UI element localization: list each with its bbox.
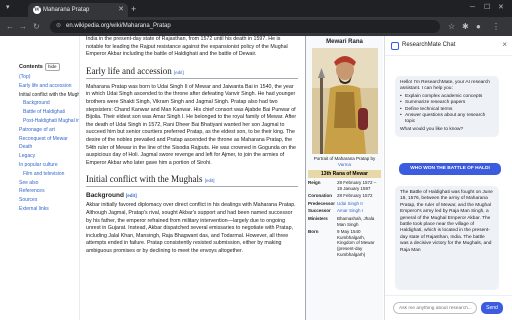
forward-icon[interactable]: → [19,21,27,32]
site-info-icon[interactable]: ⊜ [56,20,61,33]
send-button[interactable]: Send [481,302,503,314]
toc-item-patronage[interactable]: Patronage of art [19,127,79,133]
portrait-image[interactable] [311,48,378,154]
browser-chrome: ▾ W Maharana Pratap ✕ + ─ ☐ ✕ ← → ↻ ⊜ en… [0,0,512,36]
maximize-icon[interactable]: ☐ [484,2,490,14]
close-tab-icon[interactable]: ✕ [118,3,124,17]
infobox-value-link[interactable]: Amar Singh I [337,208,363,213]
toc-list: (Top) Early life and accession Initial c… [19,74,79,215]
toc-item-see-also[interactable]: See also [19,180,79,186]
heading-initial-conflict-text: Initial conflict with the Mughals [86,174,203,185]
infobox-row: Successor Amar Singh I [307,207,383,215]
greeting-question: What would you like to know? [400,126,464,132]
menu-icon[interactable]: ⋮ [492,21,500,32]
early-life-paragraph: Maharana Pratap was born to Udai Singh I… [86,83,297,166]
chat-title: ResearchMate Chat [402,42,456,48]
toc-title: Contents [19,64,43,70]
infobox-row: Predecessor Udai Singh II [307,200,383,208]
chat-input[interactable] [393,302,477,314]
infobox-value: Bhamashah, Jhala Man Singh [337,215,375,227]
heading-initial-conflict: Initial conflict with the Mughals [edit] [86,174,298,188]
tab-maharana-pratap[interactable]: W Maharana Pratap ✕ [28,3,128,17]
caption-artist-link[interactable]: Varma [338,162,351,167]
chat-header: ResearchMate Chat × [385,36,512,56]
infobox-row: Coronation 28 February 1572 [307,192,383,200]
reload-icon[interactable]: ↻ [33,21,40,32]
infobox-value: 9 May 1540 Kumbhalgarh, Kingdom of Mewar… [337,229,375,257]
edit-link[interactable]: [edit] [126,193,137,198]
infobox-key: Born [308,229,319,235]
infobox-value: 28 February 1572 – 19 January 1597 [337,180,377,191]
toc-item-popular-culture[interactable]: In popular culture [19,162,79,168]
minimize-icon[interactable]: ─ [470,2,475,14]
toc-item-top[interactable]: (Top) [19,74,79,80]
background-paragraph: Akbar initially favored diplomacy over d… [86,202,296,254]
url-text: en.wikipedia.org/wiki/Maharana_Pratap [66,23,171,29]
chat-logo-icon [391,42,399,50]
infobox-value: 28 February 1572 [337,193,373,199]
edit-link[interactable]: [edit] [174,70,184,75]
infobox-row: Reign 28 February 1572 – 19 January 1597 [307,179,383,192]
infobox: Mewari Rana Portrait of Maharana Pratap … [305,36,383,320]
portrait-illustration [311,48,378,154]
intro-paragraph: India in the present-day state of Rajast… [86,36,288,58]
capabilities-list: Explain complex academic concepts Summar… [400,94,494,126]
research-chat-panel: ResearchMate Chat × Hello! I'm ResearchM… [384,36,512,320]
address-bar[interactable]: ⊜ en.wikipedia.org/wiki/Maharana_Pratap [50,20,440,33]
toc-item-initial-conflict[interactable]: Initial conflict with the Mughals [19,92,79,98]
toc-item-external-links[interactable]: External links [19,206,79,212]
assistant-greeting-message: Hello! I'm ResearchMate, your AI researc… [395,76,499,138]
profile-icon[interactable]: ● [476,21,481,32]
wikipedia-favicon-icon: W [33,6,41,14]
toc-item-background[interactable]: Background [19,100,79,106]
user-message: WHO WON THE BATTLE OF HALDI [399,163,501,175]
heading-background: Background [edit] [86,192,298,199]
infobox-key: Predecessor [308,200,336,206]
infobox-table: Reign 28 February 1572 – 19 January 1597 … [307,179,383,258]
tab-title: Maharana Pratap [43,7,90,13]
close-icon[interactable]: × [502,40,507,49]
portrait-caption: Portrait of Maharana Pratap by Varma [306,154,383,169]
heading-background-text: Background [86,192,124,200]
infobox-title: Mewari Rana [326,39,363,45]
caption-prefix: Portrait of Maharana Pratap by [313,156,376,161]
tab-bar: ▾ W Maharana Pratap ✕ + ─ ☐ ✕ [0,0,512,17]
toc-item-early-life[interactable]: Early life and accession [19,83,79,89]
bookmark-star-icon[interactable]: ☆ [448,21,455,32]
extensions-icon[interactable]: ✱ [462,21,469,32]
capability-item: Answer questions about any research topi… [400,113,494,126]
toc-item-post-haldighati[interactable]: Post-Haldighati Mughal invasions [19,118,79,124]
infobox-key: Reign [308,180,321,185]
heading-early-life-text: Early life and accession [86,65,172,76]
infobox-key: Coronation [308,193,332,199]
back-icon[interactable]: ← [6,21,14,32]
screen: ▾ W Maharana Pratap ✕ + ─ ☐ ✕ ← → ↻ ⊜ en… [0,0,512,320]
toc-item-sources[interactable]: Sources [19,197,79,203]
toc-item-references[interactable]: References [19,188,79,194]
close-window-icon[interactable]: ✕ [498,2,504,14]
infobox-row: Ministers Bhamashah, Jhala Man Singh [307,215,383,228]
article-body: India in the present-day state of Rajast… [86,36,298,320]
heading-early-life: Early life and accession [edit] [86,66,298,79]
infobox-key: Successor [308,208,331,214]
toc-item-legacy[interactable]: Legacy [19,153,79,159]
toc-item-death[interactable]: Death [19,144,79,150]
edit-link[interactable]: [edit] [205,178,215,183]
toc-item-battle-of-haldighati[interactable]: Battle of Haldighati [19,109,79,115]
toc-item-film-television[interactable]: Film and television [19,171,79,177]
table-of-contents: Contents hide (Top) Early life and acces… [0,36,80,320]
reply-text: The Battle of Haldighati was fought on J… [400,190,493,253]
new-tab-icon[interactable]: + [131,3,136,15]
assistant-reply-message: The Battle of Haldighati was fought on J… [395,186,499,290]
infobox-row: Born 9 May 1540 Kumbhalgarh, Kingdom of M… [307,228,383,258]
tab-search-icon[interactable]: ▾ [6,2,10,14]
greeting-text: Hello! I'm ResearchMate, your AI researc… [400,80,490,92]
toc-item-reconquest[interactable]: Reconquest of Mewar [19,136,79,142]
chat-input-row: Send [385,295,512,320]
infobox-value-link[interactable]: Udai Singh II [337,201,363,206]
infobox-key: Ministers [308,215,328,221]
rank-band: 13th Rana of Mewar [308,170,381,178]
toolbar: ← → ↻ ⊜ en.wikipedia.org/wiki/Maharana_P… [0,17,512,36]
toc-hide-button[interactable]: hide [45,63,60,71]
